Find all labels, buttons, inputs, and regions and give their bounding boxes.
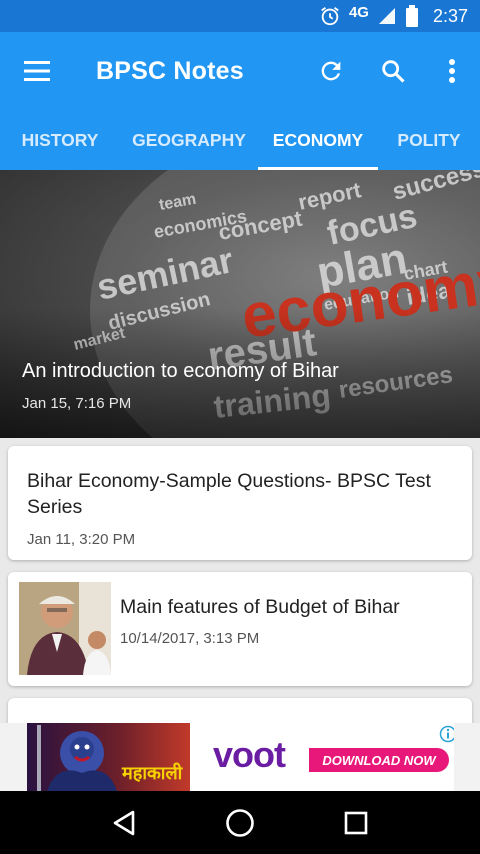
back-icon [113, 810, 135, 835]
refresh-button[interactable] [300, 32, 362, 110]
system-nav-bar [0, 791, 480, 854]
tab-economy[interactable]: ECONOMY [258, 110, 378, 170]
app-bar: BPSC Notes [0, 32, 480, 110]
category-tabs: HISTORY GEOGRAPHY ECONOMY POLITY [0, 110, 480, 170]
ad-choices[interactable] [439, 725, 454, 743]
post-title: Main features of Budget of Bihar [120, 596, 400, 618]
network-type: 4G [348, 3, 369, 21]
featured-title: An introduction to economy of Bihar [22, 360, 339, 382]
post-card[interactable]: Main features of Budget of Bihar 10/14/2… [8, 572, 472, 686]
search-icon [382, 60, 405, 83]
ad-download-button[interactable]: DOWNLOAD NOW [309, 748, 449, 772]
battery-icon [405, 5, 418, 27]
home-button[interactable] [205, 791, 275, 854]
post-date: 10/14/2017, 3:13 PM [120, 630, 260, 647]
ad-creative[interactable]: महाकाली voot DOWNLOAD NOW [27, 723, 454, 791]
overflow-menu-button[interactable] [424, 32, 480, 110]
app-title: BPSC Notes [96, 56, 244, 85]
search-button[interactable] [362, 32, 424, 110]
refresh-icon [321, 61, 341, 81]
ad-banner[interactable]: महाकाली voot DOWNLOAD NOW [0, 723, 480, 791]
back-button[interactable] [89, 791, 159, 854]
status-bar: 4G 2:37 [0, 0, 480, 32]
post-thumbnail [19, 582, 111, 675]
menu-icon [24, 61, 50, 81]
tab-history[interactable]: HISTORY [0, 110, 120, 170]
menu-button[interactable] [0, 32, 74, 110]
recents-icon [344, 811, 368, 834]
tab-polity[interactable]: POLITY [378, 110, 480, 170]
recents-button[interactable] [321, 791, 391, 854]
post-title: Bihar Economy-Sample Questions- BPSC Tes… [27, 470, 431, 518]
signal-icon [378, 8, 395, 24]
ad-hindi-text: महाकाली [122, 763, 183, 783]
status-time: 2:37 [432, 5, 468, 26]
ad-brand: voot [213, 734, 286, 775]
more-vert-icon [449, 59, 455, 83]
home-icon [226, 808, 254, 837]
featured-post[interactable]: report success concept focus plan team s… [0, 170, 480, 438]
ad-info-icon[interactable] [439, 725, 454, 743]
featured-date: Jan 15, 7:16 PM [22, 395, 132, 412]
alarm-icon [321, 7, 339, 26]
tab-geography[interactable]: GEOGRAPHY [120, 110, 258, 170]
post-date: Jan 11, 3:20 PM [27, 531, 136, 548]
post-card[interactable]: Bihar Economy-Sample Questions- BPSC Tes… [8, 446, 472, 560]
